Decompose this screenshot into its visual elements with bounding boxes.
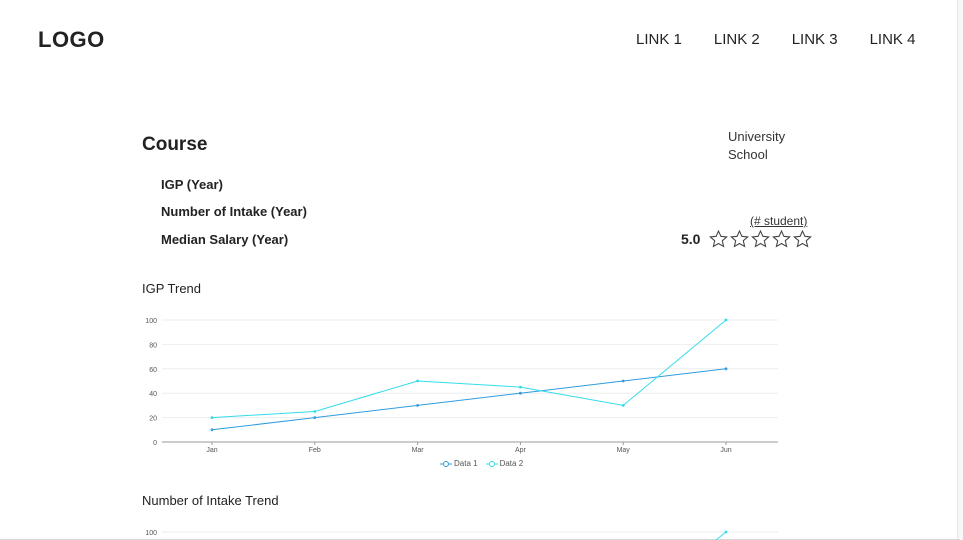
y-tick-label: 20 (149, 416, 157, 423)
student-count-link[interactable]: (# student) (750, 214, 807, 228)
rating-value: 5.0 (681, 231, 701, 247)
university-school: University School (728, 128, 785, 164)
chart-title-igp: IGP Trend (142, 281, 202, 296)
x-tick-label: May (617, 447, 631, 454)
star-outline-icon[interactable] (750, 229, 771, 249)
star-outline-icon[interactable] (729, 229, 750, 249)
data-point (416, 379, 419, 383)
data-point (416, 404, 419, 407)
data-point (621, 404, 625, 407)
x-tick-label: Apr (515, 447, 527, 454)
intake-trend-chart: 100 (145, 530, 778, 540)
school-label: School (728, 147, 768, 162)
stat-median-salary: Median Salary (Year) (161, 232, 289, 247)
y-tick-label: 100 (145, 530, 157, 537)
y-tick-label: 80 (149, 342, 157, 349)
stat-intake: Number of Intake (Year) (161, 204, 307, 219)
chart-legend: Data 1 Data 2 (440, 459, 523, 468)
legend-swatch-icon (485, 460, 498, 467)
series-line-data1 (211, 368, 727, 431)
series-line-data2 (715, 531, 727, 540)
data-point (724, 318, 728, 322)
stat-igp: IGP (Year) (161, 177, 223, 192)
course-title: Course (142, 134, 208, 155)
legend-item-data1[interactable]: Data 1 (440, 459, 478, 468)
data-point (724, 530, 728, 534)
data-point (210, 428, 214, 432)
university-label: University (728, 129, 786, 144)
legend-swatch-icon (440, 460, 452, 467)
star-outline-icon[interactable] (792, 229, 813, 249)
nav-link-3[interactable]: LINK 3 (792, 31, 838, 48)
nav-link-2[interactable]: LINK 2 (714, 31, 760, 48)
nav-link-4[interactable]: LINK 4 (870, 31, 916, 48)
data-point (519, 385, 522, 389)
y-tick-label: 40 (149, 391, 157, 398)
legend-label: Data 2 (499, 459, 524, 468)
data-point (313, 410, 317, 413)
x-tick-label: Jun (720, 447, 731, 454)
legend-item-data2[interactable]: Data 2 (485, 459, 524, 468)
data-point (621, 379, 625, 383)
y-tick-label: 60 (149, 367, 157, 374)
data-point (724, 367, 728, 371)
star-outline-icon[interactable] (708, 229, 729, 249)
igp-trend-chart: 0 20 40 60 80 100 Jan Feb Mar Apr May Jun (145, 318, 778, 454)
logo[interactable]: LOGO (38, 27, 105, 53)
y-tick-label: 100 (145, 318, 157, 325)
star-outline-icon[interactable] (771, 229, 792, 249)
x-tick-label: Mar (412, 447, 425, 454)
page-scrollbar[interactable] (957, 0, 963, 540)
x-tick-label: Jan (206, 447, 217, 454)
x-tick-label: Feb (309, 447, 321, 454)
nav-link-1[interactable]: LINK 1 (636, 31, 682, 48)
top-nav: LINK 1 LINK 2 LINK 3 LINK 4 (636, 31, 915, 48)
rating: 5.0 (681, 229, 813, 249)
chart-title-intake: Number of Intake Trend (142, 493, 279, 508)
data-point (313, 416, 317, 419)
data-point (210, 416, 214, 419)
y-tick-label: 0 (153, 440, 157, 447)
data-point (519, 391, 522, 395)
legend-label: Data 1 (454, 459, 478, 468)
